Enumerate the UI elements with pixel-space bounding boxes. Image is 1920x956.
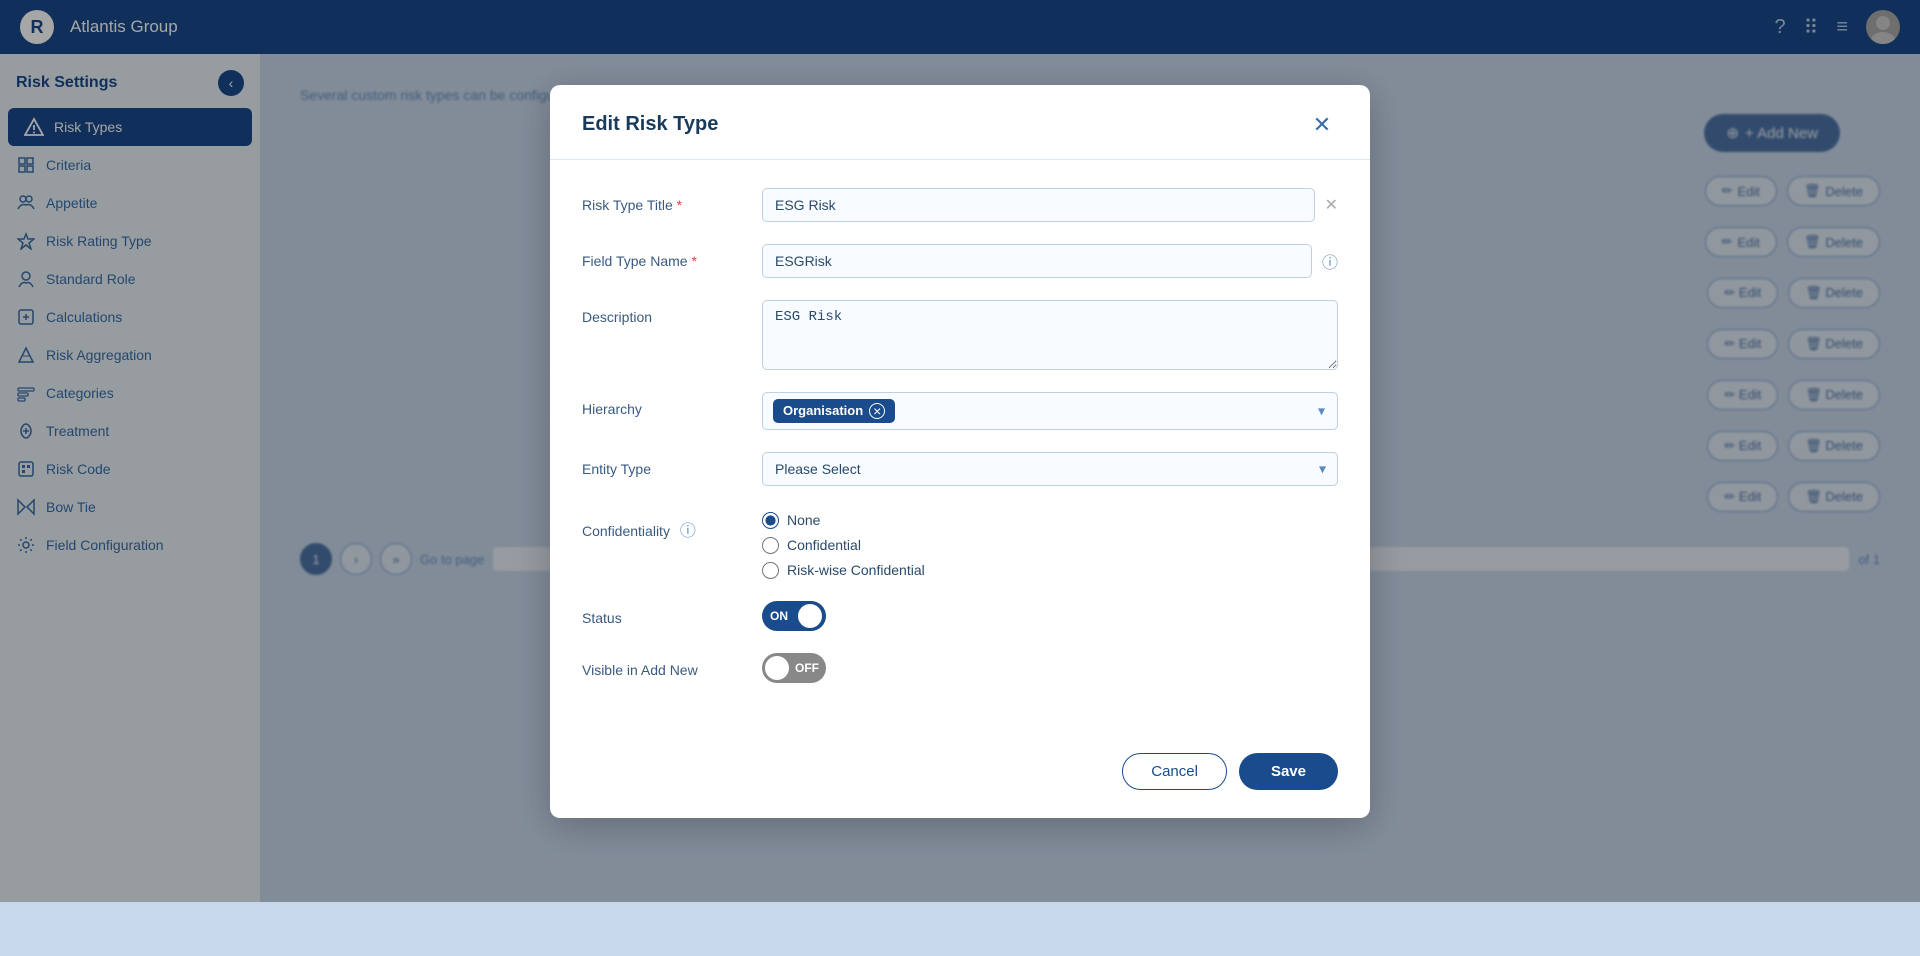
status-label: Status (582, 601, 742, 626)
status-toggle[interactable]: ON (762, 601, 826, 631)
risk-type-title-row: Risk Type Title * ✕ (582, 188, 1338, 222)
close-icon: ✕ (1313, 112, 1331, 138)
hierarchy-control: Organisation × ▾ (762, 392, 1338, 430)
confidentiality-label: Confidentiality ⓘ (582, 508, 742, 541)
confidentiality-none-radio[interactable] (762, 512, 779, 529)
field-type-name-info-icon[interactable]: ⓘ (1322, 249, 1338, 273)
confidentiality-control: None Confidential Risk-wise Confidential (762, 508, 1338, 579)
hierarchy-tag-label: Organisation (783, 403, 863, 418)
field-type-name-row: Field Type Name * ⓘ (582, 244, 1338, 278)
field-type-name-label: Field Type Name * (582, 244, 742, 269)
visible-in-add-new-toggle[interactable]: OFF (762, 653, 826, 683)
confidentiality-confidential-label: Confidential (787, 537, 861, 553)
confidentiality-info-icon[interactable]: ⓘ (680, 523, 696, 540)
visible-in-add-new-control: OFF (762, 653, 1338, 683)
description-row: Description ESG Risk (582, 300, 1338, 370)
modal-title: Edit Risk Type (582, 113, 718, 136)
cancel-button[interactable]: Cancel (1122, 753, 1227, 790)
field-type-name-control: ⓘ (762, 244, 1338, 278)
entity-type-select[interactable]: Please Select (762, 452, 1338, 486)
modal-body: Risk Type Title * ✕ Field Type Name * ⓘ (550, 160, 1370, 733)
status-toggle-text: ON (770, 609, 788, 623)
visible-in-add-new-toggle-text: OFF (795, 661, 819, 675)
confidentiality-row: Confidentiality ⓘ None Confidential (582, 508, 1338, 579)
status-control: ON (762, 601, 1338, 631)
modal-overlay: Edit Risk Type ✕ Risk Type Title * ✕ Fi (0, 0, 1920, 902)
field-type-name-input[interactable] (762, 244, 1312, 278)
risk-type-title-clear-btn[interactable]: ✕ (1325, 195, 1338, 215)
risk-type-title-input[interactable] (762, 188, 1315, 222)
modal-header: Edit Risk Type ✕ (550, 85, 1370, 160)
entity-type-control: Please Select ▾ (762, 452, 1338, 486)
edit-risk-type-modal: Edit Risk Type ✕ Risk Type Title * ✕ Fi (550, 85, 1370, 818)
confidentiality-confidential-radio[interactable] (762, 537, 779, 554)
confidentiality-radio-group: None Confidential Risk-wise Confidential (762, 508, 925, 579)
entity-type-label: Entity Type (582, 452, 742, 477)
description-textarea[interactable]: ESG Risk (762, 300, 1338, 370)
confidentiality-risk-wise-option[interactable]: Risk-wise Confidential (762, 562, 925, 579)
confidentiality-none-option[interactable]: None (762, 512, 925, 529)
modal-close-button[interactable]: ✕ (1306, 109, 1338, 141)
hierarchy-organisation-tag: Organisation × (773, 399, 895, 423)
hierarchy-row: Hierarchy Organisation × ▾ (582, 392, 1338, 430)
hierarchy-tag-remove-btn[interactable]: × (869, 403, 885, 419)
entity-type-select-wrap: Please Select ▾ (762, 452, 1338, 486)
risk-type-title-label: Risk Type Title * (582, 188, 742, 213)
status-row: Status ON (582, 601, 1338, 631)
visible-in-add-new-slider: OFF (762, 653, 826, 683)
modal-footer: Cancel Save (550, 733, 1370, 818)
confidentiality-confidential-option[interactable]: Confidential (762, 537, 925, 554)
visible-in-add-new-row: Visible in Add New OFF (582, 653, 1338, 683)
confidentiality-risk-wise-radio[interactable] (762, 562, 779, 579)
risk-type-title-control: ✕ (762, 188, 1338, 222)
visible-in-add-new-knob (765, 656, 789, 680)
status-knob (798, 604, 822, 628)
status-slider: ON (762, 601, 826, 631)
visible-in-add-new-label: Visible in Add New (582, 653, 742, 678)
save-button[interactable]: Save (1239, 753, 1338, 790)
status-toggle-wrap: ON (762, 601, 826, 631)
description-label: Description (582, 300, 742, 325)
hierarchy-select[interactable]: Organisation × ▾ (762, 392, 1338, 430)
entity-type-row: Entity Type Please Select ▾ (582, 452, 1338, 486)
visible-in-add-new-toggle-wrap: OFF (762, 653, 826, 683)
hierarchy-label: Hierarchy (582, 392, 742, 417)
confidentiality-risk-wise-label: Risk-wise Confidential (787, 562, 925, 578)
hierarchy-dropdown-arrow: ▾ (1318, 402, 1325, 419)
description-control: ESG Risk (762, 300, 1338, 370)
confidentiality-none-label: None (787, 512, 820, 528)
